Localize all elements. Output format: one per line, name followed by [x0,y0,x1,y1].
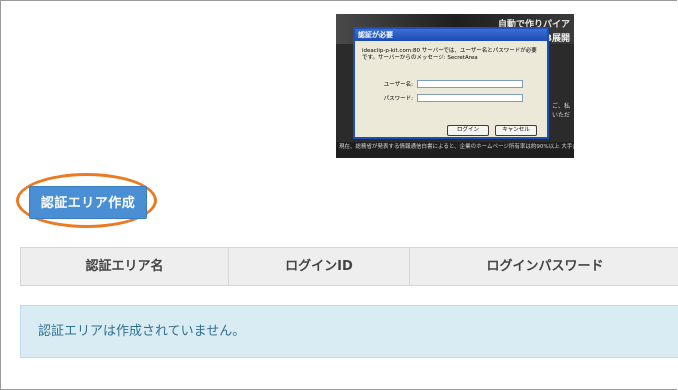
auth-dialog-screenshot: 自動で作りパイア B展開 ご、私 いただ 現在、総務省が発表する情報通信白書によ… [336,14,574,158]
auth-dialog-message: ideaclip-p-kit.com:80 サーバーでは、ユーザー名とパスワード… [362,48,537,61]
column-auth-area-name: 認証エリア名 [85,259,164,274]
username-field [417,80,523,88]
auth-area-table-header: 認証エリア名 ログインID ログインパスワード [20,247,678,286]
column-login-password: ログインパスワード [409,248,678,285]
column-login-id: ログインID [228,248,409,285]
create-auth-area-button[interactable]: 認証エリア作成 [29,186,147,219]
auth-password-row: パスワード: [355,94,547,104]
thumbnail-bottom-text: 現在、総務省が発表する情報通信白書によると、企業のホームページ所有率は約90%以… [336,142,574,158]
auth-cancel-button: キャンセル [495,125,537,136]
auth-dialog-title: 認証が必要 [355,29,547,41]
auth-username-row: ユーザー名: [355,80,547,90]
auth-dialog: 認証が必要 ideaclip-p-kit.com:80 サーバーでは、ユーザー名… [353,27,549,139]
username-label: ユーザー名: [383,82,413,88]
thumbnail-side-text: ご、私 いただ [552,103,571,119]
password-field [417,94,523,102]
empty-table-notice: 認証エリアは作成されていません。 [20,305,678,358]
auth-login-button: ログイン [447,125,489,136]
password-label: パスワード: [383,96,413,102]
